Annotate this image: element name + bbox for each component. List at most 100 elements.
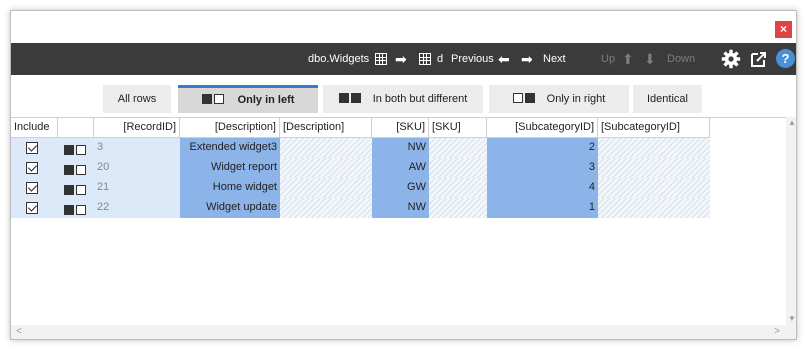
left-square-empty-icon	[512, 93, 523, 103]
record-id-cell[interactable]: 21	[94, 178, 180, 198]
column-header-subcategory-right[interactable]: [SubcategoryID]	[598, 118, 710, 138]
subcategory-right-cell[interactable]	[598, 158, 710, 178]
sku-right-cell[interactable]	[429, 178, 487, 198]
description-right-cell[interactable]	[280, 178, 372, 198]
subcategory-left-cell[interactable]: 1	[487, 198, 598, 218]
column-header-description-right[interactable]: [Description]	[280, 118, 372, 138]
column-header-sku-left[interactable]: [SKU]	[372, 118, 429, 138]
left-square-filled-icon	[201, 94, 212, 104]
column-header-indicator[interactable]	[58, 118, 94, 138]
sku-left-cell[interactable]: NW	[372, 198, 429, 218]
description-left-cell[interactable]: Widget update	[180, 198, 280, 218]
left-square-filled-icon	[338, 93, 349, 103]
right-square-empty-icon	[213, 94, 224, 104]
next-button[interactable]: Next	[543, 43, 566, 75]
gear-icon[interactable]	[721, 49, 741, 69]
tab-strip: All rows Only in left In both but differ…	[11, 75, 796, 117]
row-indicator	[58, 158, 94, 178]
include-cell[interactable]	[11, 138, 58, 158]
record-id-cell[interactable]: 20	[94, 158, 180, 178]
column-header-record-id[interactable]: [RecordID]	[94, 118, 180, 138]
sku-right-cell[interactable]	[429, 138, 487, 158]
close-button[interactable]: ×	[775, 21, 792, 38]
tab-label: Identical	[647, 93, 688, 105]
arrow-right-icon[interactable]: ➡	[521, 43, 533, 75]
help-icon[interactable]: ?	[776, 49, 795, 68]
scroll-down-icon[interactable]: ▼	[786, 313, 796, 325]
down-button[interactable]: Down	[667, 43, 695, 75]
include-cell[interactable]	[11, 198, 58, 218]
tab-label: Only in right	[546, 93, 606, 105]
tab-in-both-different[interactable]: In both but different	[323, 85, 483, 113]
results-grid[interactable]: Include [RecordID] [Description] [Descri…	[11, 117, 786, 325]
previous-button[interactable]: Previous	[451, 43, 494, 75]
left-square-filled-icon	[64, 185, 74, 195]
record-id-cell[interactable]: 3	[94, 138, 180, 158]
right-square-empty-icon	[76, 205, 86, 215]
arrow-left-icon[interactable]: ⬅	[498, 43, 510, 75]
grid-icon	[419, 53, 431, 65]
tab-label: In both but different	[372, 93, 468, 105]
row-indicator	[58, 138, 94, 158]
row-indicator	[58, 198, 94, 218]
column-header-include[interactable]: Include	[11, 118, 58, 138]
right-square-empty-icon	[76, 185, 86, 195]
title-bar: ×	[11, 11, 796, 43]
scroll-up-icon[interactable]: ▲	[786, 117, 796, 129]
sku-left-cell[interactable]: GW	[372, 178, 429, 198]
tab-only-in-right[interactable]: Only in right	[489, 85, 629, 113]
right-square-empty-icon	[76, 145, 86, 155]
include-cell[interactable]	[11, 178, 58, 198]
subcategory-left-cell[interactable]: 4	[487, 178, 598, 198]
column-header-description-left[interactable]: [Description]	[180, 118, 280, 138]
left-square-filled-icon	[64, 165, 74, 175]
right-square-filled-icon	[524, 93, 535, 103]
arrow-up-icon[interactable]: ⬆	[622, 43, 634, 75]
sku-left-cell[interactable]: NW	[372, 138, 429, 158]
sku-right-cell[interactable]	[429, 158, 487, 178]
description-left-cell[interactable]: Widget report	[180, 158, 280, 178]
column-header-sku-right[interactable]: [SKU]	[429, 118, 487, 138]
include-checkbox[interactable]	[26, 182, 38, 194]
toolbar: dbo.Widgets ➡ d Previous ⬅ ➡ Next Up ⬆ ⬇…	[11, 43, 796, 75]
scroll-right-icon[interactable]: >	[771, 325, 783, 339]
up-button[interactable]: Up	[601, 43, 615, 75]
scrollbar-corner	[786, 325, 796, 339]
sku-right-cell[interactable]	[429, 198, 487, 218]
include-checkbox[interactable]	[26, 142, 38, 154]
grid-icon	[375, 53, 387, 65]
description-right-cell[interactable]	[280, 198, 372, 218]
scroll-left-icon[interactable]: <	[13, 325, 25, 339]
left-square-filled-icon	[64, 205, 74, 215]
left-square-filled-icon	[64, 145, 74, 155]
description-left-cell[interactable]: Home widget	[180, 178, 280, 198]
record-id-cell[interactable]: 22	[94, 198, 180, 218]
target-name: d	[437, 53, 444, 65]
horizontal-scrollbar[interactable]: < >	[11, 325, 786, 339]
subcategory-left-cell[interactable]: 2	[487, 138, 598, 158]
table-name: dbo.Widgets	[308, 53, 370, 65]
right-square-filled-icon	[350, 93, 361, 103]
tab-identical[interactable]: Identical	[633, 85, 702, 113]
description-left-cell[interactable]: Extended widget3	[180, 138, 280, 158]
description-right-cell[interactable]	[280, 138, 372, 158]
vertical-scrollbar[interactable]: ▲ ▼	[786, 117, 796, 325]
tab-only-in-left[interactable]: Only in left	[178, 85, 318, 113]
include-cell[interactable]	[11, 158, 58, 178]
subcategory-right-cell[interactable]	[598, 198, 710, 218]
include-checkbox[interactable]	[26, 162, 38, 174]
tab-label: Only in left	[237, 94, 295, 106]
include-checkbox[interactable]	[26, 202, 38, 214]
subcategory-right-cell[interactable]	[598, 138, 710, 158]
tab-all-rows[interactable]: All rows	[103, 85, 171, 113]
sku-left-cell[interactable]: AW	[372, 158, 429, 178]
row-indicator	[58, 178, 94, 198]
tab-label: All rows	[117, 93, 157, 105]
column-header-subcategory-left[interactable]: [SubcategoryID]	[487, 118, 598, 138]
subcategory-left-cell[interactable]: 3	[487, 158, 598, 178]
arrow-right-icon: ➡	[395, 51, 407, 67]
subcategory-right-cell[interactable]	[598, 178, 710, 198]
description-right-cell[interactable]	[280, 158, 372, 178]
arrow-down-icon[interactable]: ⬇	[644, 43, 656, 75]
export-icon[interactable]	[750, 50, 768, 68]
